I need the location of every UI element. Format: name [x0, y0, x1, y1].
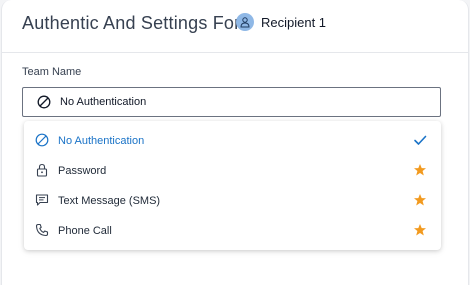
panel-header: Authentic And Settings For Recipient 1	[2, 0, 468, 53]
page-title: Authentic And Settings For	[22, 13, 241, 33]
option-no-authentication[interactable]: No Authentication	[24, 126, 441, 156]
recipient-avatar	[236, 13, 254, 31]
message-icon	[35, 193, 49, 207]
option-label: Password	[58, 165, 107, 177]
option-text-message[interactable]: Text Message (SMS)	[24, 186, 441, 216]
user-icon	[240, 17, 250, 28]
authentication-options-menu: No Authentication Password Text Message …	[24, 121, 441, 250]
option-label: Text Message (SMS)	[58, 195, 161, 207]
no-entry-icon	[37, 95, 51, 109]
team-name-label: Team Name	[22, 66, 82, 78]
selected-value: No Authentication	[60, 96, 147, 108]
auth-settings-panel: Authentic And Settings For Recipient 1 T…	[1, 0, 469, 285]
recipient-name: Recipient 1	[261, 15, 327, 30]
option-label: Phone Call	[58, 225, 112, 237]
authentication-select[interactable]: No Authentication	[22, 87, 441, 117]
star-icon	[413, 223, 427, 237]
star-icon	[413, 193, 427, 207]
no-entry-icon	[35, 133, 49, 147]
star-icon	[413, 163, 427, 177]
option-label: No Authentication	[58, 135, 145, 147]
lock-icon	[35, 163, 49, 177]
option-password[interactable]: Password	[24, 156, 441, 186]
option-phone-call[interactable]: Phone Call	[24, 216, 441, 246]
check-icon	[413, 133, 427, 147]
phone-icon	[35, 223, 49, 237]
